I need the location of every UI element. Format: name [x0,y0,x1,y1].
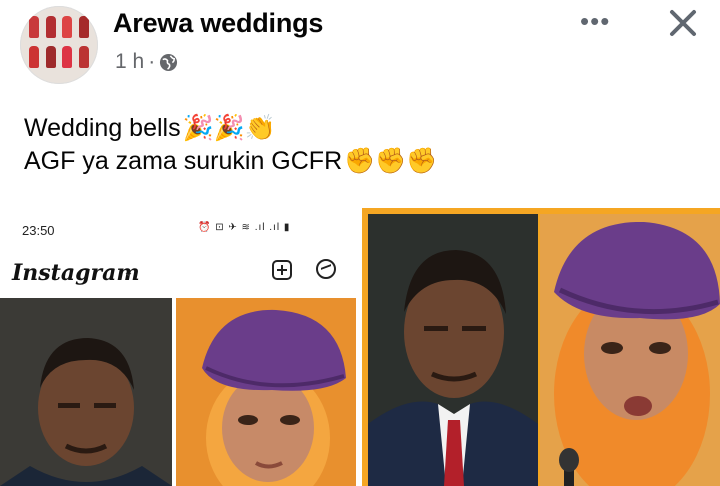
framed-image[interactable] [362,208,720,486]
man-portrait-large [368,214,538,486]
chevron-down-icon[interactable]: ⌄ [123,264,134,280]
man-portrait [0,298,172,486]
post-line: Wedding bells 🎉🎉👏 [24,112,438,145]
status-bar-icons: ⏰ ⊡ ✈ ≋ .ıl .ıl ▮ [198,222,291,233]
page-avatar[interactable] [20,6,98,84]
post-line-text: AGF ya zama surukin GCFR [24,147,343,175]
woman-portrait-large [540,214,720,486]
man-photo-large [368,214,538,486]
status-time: 23:50 [22,223,55,238]
woman-photo-large [540,214,720,486]
close-icon[interactable] [664,4,702,42]
post-text: Wedding bells 🎉🎉👏 AGF ya zama surukin GC… [24,112,438,178]
add-post-icon[interactable] [272,260,292,280]
post-meta: 1 h · [115,50,178,74]
woman-photo[interactable] [176,298,356,486]
page-name[interactable]: Arewa weddings [113,8,323,39]
woman-portrait [176,298,356,486]
man-photo[interactable] [0,298,172,486]
post-time[interactable]: 1 h [115,50,144,74]
party-emoji-icon: 🎉🎉👏 [182,114,276,142]
post-header: Arewa weddings 1 h · ••• [0,0,720,90]
post-line: AGF ya zama surukin GCFR ✊✊✊ [24,145,438,178]
more-options-button[interactable]: ••• [580,6,610,37]
fist-emoji-icon: ✊✊✊ [344,147,438,175]
meta-separator: · [148,50,156,73]
instagram-logo: Instagram [12,260,140,286]
globe-icon [160,53,178,71]
messenger-icon[interactable] [316,259,336,279]
instagram-screenshot[interactable]: 23:50 ⏰ ⊡ ✈ ≋ .ıl .ıl ▮ Instagram ⌄ [0,210,360,486]
post-line-text: Wedding bells [24,114,181,142]
